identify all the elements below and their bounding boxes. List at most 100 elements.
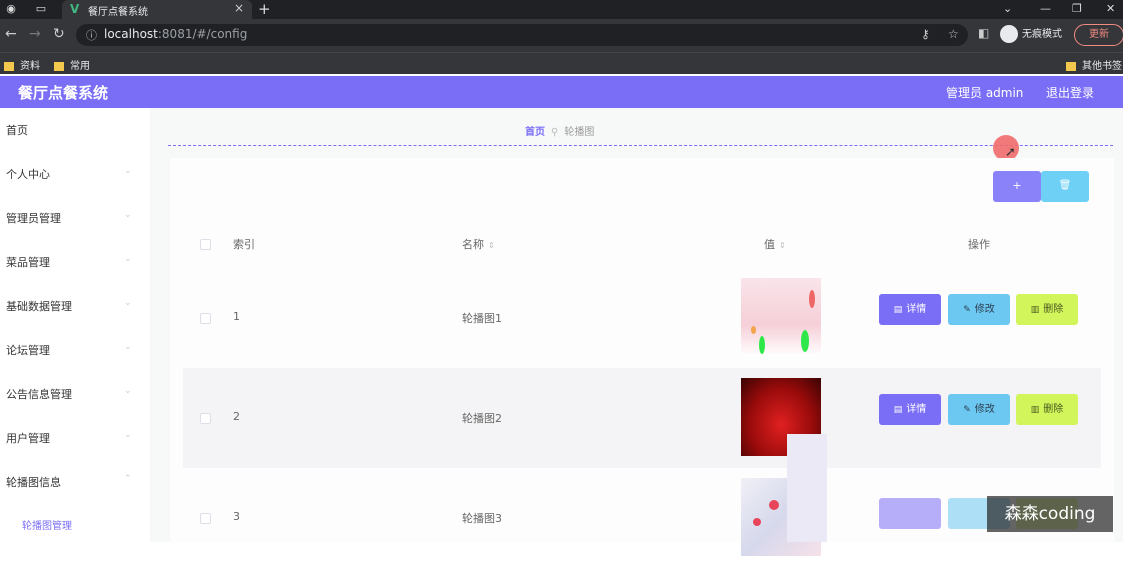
side-panel-icon[interactable]: ◧ xyxy=(978,26,989,40)
folder-icon xyxy=(54,61,64,71)
delete-selected-button[interactable]: 🗑 xyxy=(1041,171,1089,202)
back-icon[interactable]: ← xyxy=(5,26,17,42)
pencil-icon: ✎ xyxy=(963,405,971,415)
sidebar-item-profile[interactable]: 个人中心 ⌄ xyxy=(0,152,150,196)
sort-icon[interactable]: ⇕ xyxy=(488,241,495,250)
detail-button[interactable]: ▤ 详情 xyxy=(879,394,941,425)
other-bookmarks[interactable]: 其他书签 xyxy=(1066,57,1122,72)
select-all-checkbox[interactable] xyxy=(200,239,211,250)
tab-close-icon[interactable]: × xyxy=(234,1,244,15)
key-icon[interactable]: ⚷ xyxy=(921,27,930,41)
row-checkbox[interactable] xyxy=(200,313,211,324)
reload-icon[interactable]: ↻ xyxy=(53,26,65,42)
add-button[interactable]: + xyxy=(993,171,1041,202)
detail-button[interactable]: ▤ 详情 xyxy=(879,294,941,325)
tab-title: 餐厅点餐系统 xyxy=(88,7,148,18)
table-header: 索引 名称 ⇕ 值 ⇕ 操作 xyxy=(183,218,1101,268)
sidebar-item-notices[interactable]: 公告信息管理 ⌄ xyxy=(0,372,150,416)
image-detail xyxy=(751,326,756,334)
window-close-icon[interactable]: ✕ xyxy=(1106,0,1115,18)
incognito-icon xyxy=(1000,25,1018,43)
detail-button[interactable] xyxy=(879,498,941,529)
delete-button[interactable]: ▥ 删除 xyxy=(1016,294,1078,325)
browser-menu-icon[interactable]: ◉ xyxy=(0,0,22,19)
chevron-down-icon: ⌄ xyxy=(124,386,132,396)
table-row: 1 轮播图1 ▤ 详情 ✎ 修改 ▥ 删除 xyxy=(183,268,1101,368)
row-index: 3 xyxy=(233,510,240,523)
sidebar-item-label: 菜品管理 xyxy=(6,256,50,269)
folder-icon xyxy=(1066,61,1076,71)
sidebar-item-label: 个人中心 xyxy=(6,168,50,181)
chevron-down-icon: ⌄ xyxy=(124,298,132,308)
breadcrumb-current: 轮播图 xyxy=(564,127,595,138)
blurred-overlay xyxy=(787,434,827,542)
url-text: localhost:8081/#/config xyxy=(104,27,248,41)
row-name: 轮播图1 xyxy=(462,312,502,325)
browser-tab[interactable]: V 餐厅点餐系统 × xyxy=(62,0,252,19)
delete-button[interactable]: ▥ 删除 xyxy=(1016,394,1078,425)
sidebar-item-carousel[interactable]: 轮播图信息 ⌃ xyxy=(0,460,150,504)
sidebar-item-dishes[interactable]: 菜品管理 ⌄ xyxy=(0,240,150,284)
incognito-badge[interactable]: 无痕模式 xyxy=(1000,23,1062,47)
tab-list-icon[interactable]: ⌄ xyxy=(1003,0,1012,18)
column-header-index: 索引 xyxy=(233,238,255,251)
browser-tab-strip: ◉ ▭ V 餐厅点餐系统 × + ⌄ — ❐ ✕ xyxy=(0,0,1123,19)
bookmark-star-icon[interactable]: ☆ xyxy=(948,27,959,41)
app-title: 餐厅点餐系统 xyxy=(18,84,109,102)
breadcrumb: 首页 ⚲ 轮播图 xyxy=(525,123,594,138)
sidebar-item-users[interactable]: 用户管理 ⌄ xyxy=(0,416,150,460)
table-row: 3 轮播图3 xyxy=(183,468,1101,568)
edit-button[interactable]: ✎ 修改 xyxy=(948,394,1010,425)
logout-link[interactable]: 退出登录 xyxy=(1046,84,1094,101)
chevron-down-icon: ⌄ xyxy=(124,210,132,220)
column-header-actions: 操作 xyxy=(968,238,990,251)
sidebar: 首页 个人中心 ⌄ 管理员管理 ⌄ 菜品管理 ⌄ 基础数据管理 ⌄ 论坛管理 ⌄ 公告信息… xyxy=(0,108,150,542)
trash-icon: 🗑 xyxy=(1058,180,1072,191)
tab-search-icon[interactable]: ▭ xyxy=(30,0,52,19)
sidebar-item-base-data[interactable]: 基础数据管理 ⌄ xyxy=(0,284,150,328)
sidebar-item-label: 公告信息管理 xyxy=(6,388,72,401)
column-header-name[interactable]: 名称 ⇕ xyxy=(462,236,495,252)
edit-button[interactable]: ✎ 修改 xyxy=(948,294,1010,325)
sidebar-item-label: 管理员管理 xyxy=(6,212,61,225)
bookmark-folder-1[interactable]: 资料 xyxy=(4,57,40,72)
folder-icon xyxy=(4,61,14,71)
new-tab-button[interactable]: + xyxy=(258,0,271,18)
minimize-icon[interactable]: — xyxy=(1040,0,1051,18)
vue-logo-icon: V xyxy=(70,2,80,16)
update-button[interactable]: 更新 xyxy=(1074,24,1123,46)
trash-icon: ▥ xyxy=(1030,305,1040,315)
sort-icon[interactable]: ⇕ xyxy=(779,241,786,250)
table-row: 2 轮播图2 ▤ 详情 ✎ 修改 ▥ 删除 xyxy=(183,368,1101,468)
row-name: 轮播图3 xyxy=(462,512,502,525)
sidebar-item-label: 论坛管理 xyxy=(6,344,50,357)
sidebar-item-forum[interactable]: 论坛管理 ⌄ xyxy=(0,328,150,372)
sidebar-item-admins[interactable]: 管理员管理 ⌄ xyxy=(0,196,150,240)
sidebar-item-label: 基础数据管理 xyxy=(6,300,72,313)
url-input[interactable]: ⓘ localhost:8081/#/config ⚷ ☆ xyxy=(76,24,968,46)
restore-icon[interactable]: ❐ xyxy=(1072,0,1082,18)
sidebar-item-label: 用户管理 xyxy=(6,432,50,445)
row-checkbox[interactable] xyxy=(200,413,211,424)
admin-label: 管理员 admin xyxy=(946,86,1024,100)
chevron-up-icon: ⌃ xyxy=(124,474,132,484)
row-index: 1 xyxy=(233,310,240,323)
forward-icon[interactable]: → xyxy=(29,26,41,42)
sidebar-item-home[interactable]: 首页 xyxy=(0,108,150,152)
image-detail xyxy=(759,336,765,354)
image-detail xyxy=(809,290,815,308)
main-content: 首页 ⚲ 轮播图 ➚ + 🗑 索引 名称 ⇕ 值 ⇕ 操作 1 轮播图1 ▤ 详情 ✎ 修改 xyxy=(150,108,1123,556)
row-checkbox[interactable] xyxy=(200,513,211,524)
chevron-down-icon: ⌄ xyxy=(124,342,132,352)
chevron-down-icon: ⌄ xyxy=(124,254,132,264)
site-info-icon[interactable]: ⓘ xyxy=(86,27,97,43)
breadcrumb-home[interactable]: 首页 xyxy=(525,127,545,138)
sidebar-item-label: 轮播图信息 xyxy=(6,476,61,489)
sidebar-subitem-carousel-manage[interactable]: 轮播图管理 xyxy=(22,517,72,532)
carousel-image-thumbnail[interactable] xyxy=(741,278,821,356)
image-detail xyxy=(753,518,761,526)
app-header: 餐厅点餐系统 管理员 admin 退出登录 xyxy=(0,76,1123,108)
breadcrumb-separator-icon: ⚲ xyxy=(551,127,559,138)
bookmark-folder-2[interactable]: 常用 xyxy=(54,57,90,72)
column-header-value[interactable]: 值 ⇕ xyxy=(764,236,786,252)
